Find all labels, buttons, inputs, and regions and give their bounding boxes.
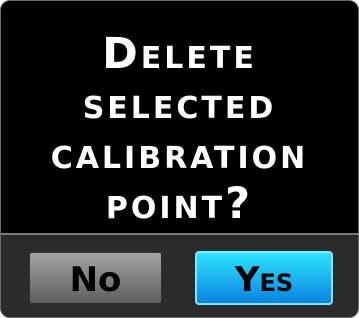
button-bar: No Yes	[1, 233, 358, 317]
message-line-4: point?	[105, 179, 254, 229]
message-line-1: Delete	[102, 29, 257, 79]
yes-button[interactable]: Yes	[195, 251, 333, 305]
message-line-2: selected	[82, 79, 277, 129]
message-line-3: calibration	[50, 129, 309, 179]
delete-calibration-point-dialog: Delete selected calibration point? No Ye…	[0, 0, 359, 318]
no-button[interactable]: No	[28, 251, 163, 305]
dialog-message: Delete selected calibration point?	[1, 29, 358, 229]
